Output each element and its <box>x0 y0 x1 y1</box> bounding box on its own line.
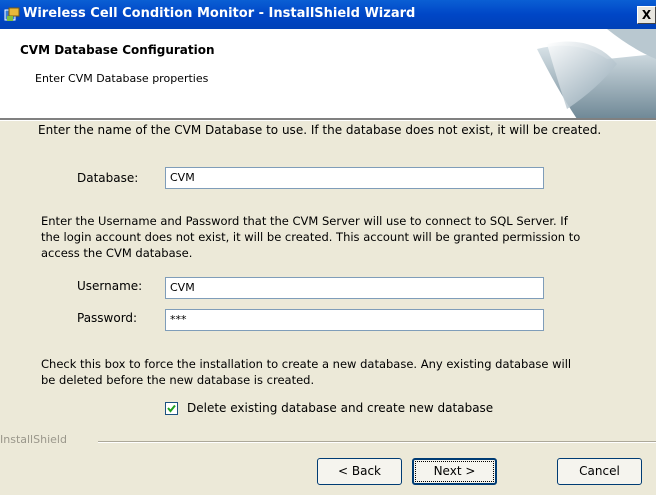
checkmark-icon <box>167 404 176 413</box>
cancel-button[interactable]: Cancel <box>557 458 642 485</box>
database-input[interactable]: CVM <box>165 167 544 189</box>
username-input[interactable]: CVM <box>165 277 544 299</box>
credentials-text-line2: the login account does not exist, it wil… <box>41 230 581 244</box>
title-bar[interactable]: Wireless Cell Condition Monitor - Instal… <box>0 0 656 29</box>
credentials-text-line1: Enter the Username and Password that the… <box>41 214 568 228</box>
header-banner-graphic <box>537 29 656 119</box>
delete-database-checkbox[interactable] <box>165 402 178 415</box>
installer-app-icon <box>4 7 20 23</box>
username-label: Username: <box>77 279 143 293</box>
force-text-line2: be deleted before the new database is cr… <box>41 373 315 387</box>
next-button[interactable]: Next > <box>412 458 497 485</box>
page-title: CVM Database Configuration <box>20 43 215 57</box>
installshield-brand-label: InstallShield <box>0 433 67 446</box>
close-button[interactable]: X <box>637 6 656 24</box>
back-button[interactable]: < Back <box>317 458 402 485</box>
password-label: Password: <box>77 311 138 325</box>
database-label: Database: <box>77 171 139 185</box>
credentials-text-line3: access the CVM database. <box>41 246 193 260</box>
window-title: Wireless Cell Condition Monitor - Instal… <box>23 6 416 21</box>
page-subtitle: Enter CVM Database properties <box>35 72 209 85</box>
footer-divider <box>98 441 656 443</box>
force-text-line1: Check this box to force the installation… <box>41 357 572 371</box>
intro-text: Enter the name of the CVM Database to us… <box>38 123 602 137</box>
password-input[interactable]: *** <box>165 309 544 331</box>
delete-database-checkbox-label[interactable]: Delete existing database and create new … <box>187 401 493 415</box>
